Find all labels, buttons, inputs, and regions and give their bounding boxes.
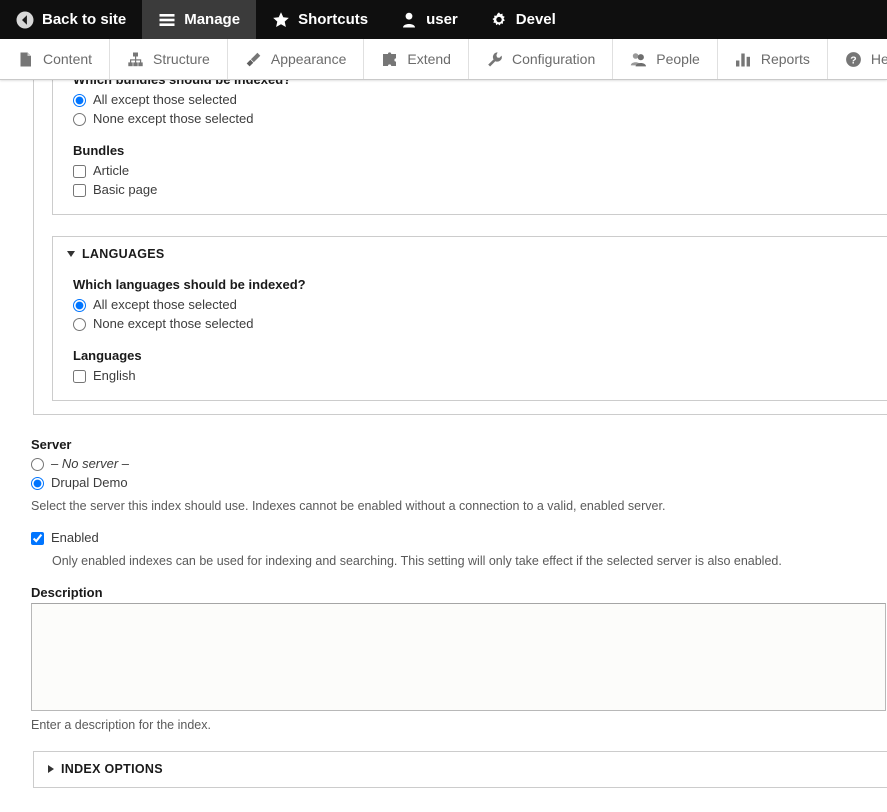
chevron-right-icon <box>48 765 54 773</box>
toolbar-tab-label: Manage <box>184 11 241 28</box>
toolbar-tab-back-to-site[interactable]: Back to site <box>0 0 142 39</box>
description-textarea[interactable] <box>31 603 886 711</box>
server-form-item: Server – No server – Drupal Demo Select … <box>31 437 887 515</box>
server-radio-no-server[interactable] <box>31 457 44 471</box>
index-options-legend-label: INDEX OPTIONS <box>61 762 163 776</box>
languages-radio-all-except[interactable] <box>73 298 86 312</box>
languages-fieldset-legend[interactable]: LANGUAGES <box>53 237 887 263</box>
paintbrush-icon <box>245 51 262 68</box>
question-mark-icon: ? <box>845 51 862 68</box>
languages-radio-none-except[interactable] <box>73 317 86 331</box>
languages-option-label: None except those selected <box>93 316 254 331</box>
menu-item-people[interactable]: People <box>613 39 718 79</box>
server-option-label: – No server – <box>51 456 130 471</box>
enabled-form-item: Enabled Only enabled indexes can be used… <box>31 529 887 570</box>
menu-item-label: People <box>656 51 700 67</box>
index-options-legend[interactable]: INDEX OPTIONS <box>34 752 887 778</box>
menu-item-reports[interactable]: Reports <box>718 39 828 79</box>
languages-option-all-except[interactable]: All except those selected <box>73 296 887 314</box>
bundles-list-label: Bundles <box>73 143 125 158</box>
admin-toolbar: Back to site Manage Shortcuts user Devel <box>0 0 887 39</box>
back-arrow-icon <box>16 11 34 29</box>
languages-legend-label: LANGUAGES <box>82 247 165 261</box>
bundles-question-label: Which bundles should be indexed? <box>73 80 887 87</box>
toolbar-tab-devel[interactable]: Devel <box>474 0 572 39</box>
server-option-no-server[interactable]: – No server – <box>31 455 887 473</box>
bundles-item-label: Article <box>93 163 130 178</box>
description-help-text: Enter a description for the index. <box>31 718 211 732</box>
toolbar-tab-label: Shortcuts <box>298 11 369 28</box>
toolbar-tab-label: user <box>426 11 458 28</box>
bundles-checkbox-article-row[interactable]: Article <box>73 162 887 180</box>
menu-item-appearance[interactable]: Appearance <box>228 39 365 79</box>
languages-list-label: Languages <box>73 348 142 363</box>
bundles-checkbox-basic-page-row[interactable]: Basic page <box>73 181 887 199</box>
toolbar-tab-user[interactable]: user <box>384 0 474 39</box>
admin-menu-bar: Content Structure Appearance Extend Conf… <box>0 39 887 80</box>
enabled-checkbox[interactable] <box>31 531 44 545</box>
menu-item-structure[interactable]: Structure <box>110 39 228 79</box>
bundles-option-none-except[interactable]: None except those selected <box>73 110 887 128</box>
index-options-fieldset: INDEX OPTIONS <box>33 751 887 788</box>
admin-page-content: Which bundles should be indexed? All exc… <box>0 80 887 812</box>
toolbar-tab-manage[interactable]: Manage <box>142 0 257 39</box>
hamburger-icon <box>158 11 176 29</box>
toolbar-tab-label: Devel <box>515 11 556 28</box>
bundles-option-all-except[interactable]: All except those selected <box>73 91 887 109</box>
languages-checkbox-english[interactable] <box>73 369 86 383</box>
menu-item-label: Content <box>43 51 93 67</box>
bundles-option-label: All except those selected <box>93 92 237 107</box>
datasource-settings-container: Which bundles should be indexed? All exc… <box>33 80 887 415</box>
person-icon <box>400 11 418 29</box>
description-form-item: Description Enter a description for the … <box>31 585 887 734</box>
bundles-radio-all-except[interactable] <box>73 93 86 107</box>
star-icon <box>272 11 290 29</box>
languages-fieldset: LANGUAGES Which languages should be inde… <box>52 236 887 401</box>
languages-question-label: Which languages should be indexed? <box>73 277 306 292</box>
menu-item-extend[interactable]: Extend <box>364 39 469 79</box>
menu-item-label: Configuration <box>511 51 596 67</box>
bundles-fieldset: Which bundles should be indexed? All exc… <box>52 80 887 215</box>
enabled-label: Enabled <box>51 530 99 545</box>
menu-item-label: Reports <box>760 51 810 67</box>
chevron-down-icon <box>67 251 75 257</box>
languages-option-label: All except those selected <box>93 297 237 312</box>
menu-item-help[interactable]: ? Help <box>828 39 887 79</box>
document-icon <box>17 51 34 68</box>
bundles-item-label: Basic page <box>93 182 158 197</box>
enabled-description: Only enabled indexes can be used for ind… <box>52 554 782 568</box>
enabled-checkbox-row[interactable]: Enabled <box>31 529 887 547</box>
server-option-label: Drupal Demo <box>51 475 128 490</box>
bundles-checkbox-article[interactable] <box>73 164 86 178</box>
bundles-option-label: None except those selected <box>93 111 254 126</box>
menu-item-label: Structure <box>153 51 210 67</box>
gear-icon <box>490 11 508 29</box>
server-option-drupal-demo[interactable]: Drupal Demo <box>31 474 887 492</box>
wrench-icon <box>486 51 503 68</box>
menu-item-label: Help <box>870 51 887 67</box>
menu-item-label: Appearance <box>270 51 347 67</box>
menu-item-content[interactable]: Content <box>0 39 111 79</box>
toolbar-tab-label: Back to site <box>42 11 127 28</box>
server-label: Server <box>31 437 72 452</box>
description-label: Description <box>31 585 103 600</box>
languages-checkbox-english-row[interactable]: English <box>73 367 887 385</box>
languages-item-label: English <box>93 368 136 383</box>
puzzle-icon <box>381 51 398 68</box>
index-settings-form: Which bundles should be indexed? All exc… <box>0 80 887 788</box>
hierarchy-icon <box>127 51 144 68</box>
server-radio-drupal-demo[interactable] <box>31 476 44 490</box>
languages-option-none-except[interactable]: None except those selected <box>73 315 887 333</box>
bar-chart-icon <box>735 51 752 68</box>
bundles-radio-none-except[interactable] <box>73 112 86 126</box>
toolbar-tab-shortcuts[interactable]: Shortcuts <box>256 0 384 39</box>
menu-item-configuration[interactable]: Configuration <box>469 39 614 79</box>
bundles-checkbox-basic-page[interactable] <box>73 183 86 197</box>
svg-text:?: ? <box>850 54 856 66</box>
server-description: Select the server this index should use.… <box>31 499 666 513</box>
people-icon <box>630 51 647 68</box>
menu-item-label: Extend <box>407 51 451 67</box>
